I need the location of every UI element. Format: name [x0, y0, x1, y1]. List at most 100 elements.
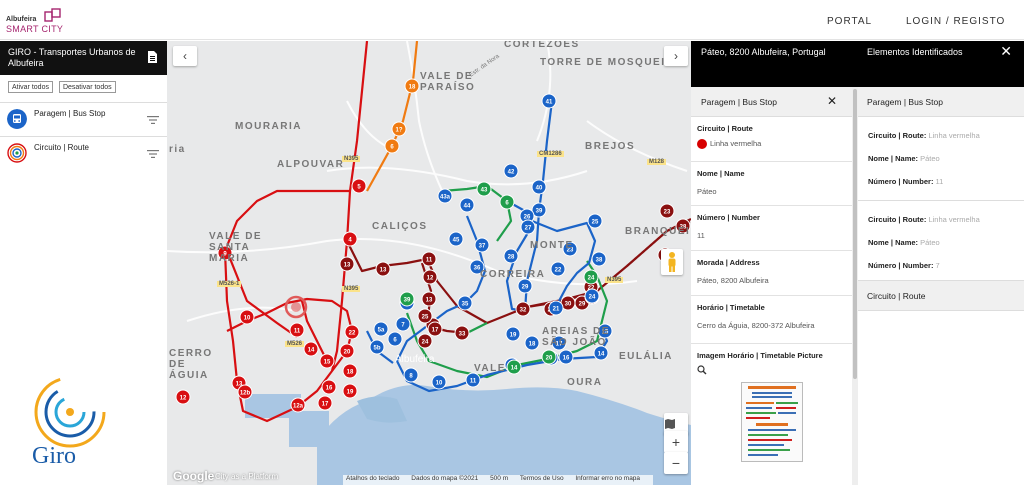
layer-item-route[interactable]: Circuito | Route — [0, 136, 167, 170]
bus-stop-marker-red[interactable]: 14 — [303, 341, 319, 357]
map-view[interactable]: 5 4 9 10 12 13 12b 12a 14 15 16 17 18 19 20 22 11 18 1? 6 13… — [167, 41, 691, 485]
bus-stop-marker-blue[interactable]: 37 — [474, 237, 490, 253]
bus-stop-marker-red[interactable]: 15 — [319, 353, 335, 369]
bus-stop-marker-blue[interactable]: 7 — [395, 316, 411, 332]
bus-stop-marker-darkred[interactable]: 33 — [454, 325, 470, 341]
bus-stop-marker-orange[interactable]: 1? — [391, 121, 407, 137]
bus-stop-marker-darkred[interactable]: 17 — [427, 321, 443, 337]
city-platform-watermark: City as a Platform — [215, 472, 279, 481]
bus-stop-marker-red[interactable]: 5 — [351, 178, 367, 194]
street-view-pegman[interactable] — [661, 249, 683, 275]
bus-stop-marker-blue[interactable]: 5b — [369, 339, 385, 355]
bus-stop-marker-darkred[interactable]: 13 — [421, 291, 437, 307]
bus-stop-marker-red[interactable]: 22 — [344, 324, 360, 340]
bus-stop-marker-darkred[interactable]: 12 — [422, 269, 438, 285]
bus-stop-marker-darkred[interactable]: 24 — [417, 333, 433, 349]
smart-city-logo-icon — [44, 8, 61, 22]
bus-stop-marker-green[interactable]: 24 — [583, 269, 599, 285]
close-icon[interactable]: ✕ — [827, 94, 837, 108]
albufeira-smart-city-logo[interactable]: Albufeira SMART CITY — [6, 6, 66, 36]
bus-stop-marker-green[interactable]: 6 — [499, 194, 515, 210]
bus-stop-marker-red[interactable]: 12 — [175, 389, 191, 405]
bus-stop-marker-blue[interactable]: 45 — [448, 231, 464, 247]
bus-stop-marker-red[interactable]: 12b — [237, 384, 253, 400]
bus-stop-marker-blue[interactable]: 43a — [437, 188, 453, 204]
terms-link[interactable]: Termos de Uso — [520, 475, 564, 482]
bus-stop-marker-blue[interactable]: 28 — [503, 248, 519, 264]
bus-stop-marker-blue[interactable]: 44 — [459, 197, 475, 213]
close-icon[interactable]: ✕ — [1000, 43, 1012, 60]
bus-stop-marker-blue[interactable]: 5a — [373, 321, 389, 337]
bus-stop-marker-blue[interactable]: 35 — [457, 295, 473, 311]
bus-stop-marker-blue[interactable]: 24 — [584, 288, 600, 304]
bus-stop-marker-blue[interactable]: 19 — [505, 326, 521, 342]
bus-stop-marker-darkred[interactable]: 23 — [659, 203, 675, 219]
summary-route-header[interactable]: Circuito | Route — [858, 281, 1024, 311]
zoom-icon[interactable] — [697, 365, 845, 378]
bus-stop-marker-orange[interactable]: 18 — [404, 78, 420, 94]
bus-stop-marker-blue[interactable]: 14 — [593, 345, 609, 361]
zoom-in-button[interactable]: + — [664, 431, 688, 453]
route-color-dot — [697, 139, 707, 150]
document-icon[interactable] — [147, 51, 157, 63]
bus-stop-number: 42 — [508, 170, 515, 176]
bus-stop-marker-blue[interactable]: 27 — [520, 219, 536, 235]
bus-stop-marker-blue[interactable]: 11 — [465, 372, 481, 388]
bus-stop-marker-green[interactable]: 14 — [506, 359, 522, 375]
summary-item[interactable]: Circuito | Route: Linha vermelha Nome | … — [858, 201, 1024, 281]
nav-login-link[interactable]: LOGIN / REGISTO — [906, 16, 1005, 27]
bus-stop-marker-green[interactable]: 43 — [476, 181, 492, 197]
keyboard-shortcuts-link[interactable]: Atalhos do teclado — [346, 475, 399, 482]
bus-stop-marker-blue[interactable]: 29 — [517, 278, 533, 294]
bus-stop-marker-red[interactable]: 4 — [342, 231, 358, 247]
bus-stop-marker-darkred[interactable]: 13 — [339, 256, 355, 272]
summary-stop-header[interactable]: Paragem | Bus Stop — [858, 87, 1024, 117]
bus-stop-marker-red[interactable]: 10 — [239, 309, 255, 325]
bus-stop-marker-green[interactable]: 39 — [399, 291, 415, 307]
nav-portal-link[interactable]: PORTAL — [827, 16, 872, 27]
zoom-out-button[interactable]: − — [664, 452, 688, 474]
timetable-thumbnail[interactable] — [741, 382, 803, 462]
bus-stop-marker-darkred[interactable]: 13 — [375, 261, 391, 277]
bus-stop-marker-darkred[interactable]: 32 — [515, 301, 531, 317]
bus-stop-number: 24 — [589, 295, 596, 301]
bus-stop-marker-blue[interactable]: 21 — [548, 300, 564, 316]
summary-number-key: Número | Number: — [868, 177, 934, 186]
map-place-label: ria — [169, 144, 186, 155]
map-collapse-left-button[interactable]: ‹ — [173, 46, 197, 66]
bus-stop-marker-blue[interactable]: 25 — [587, 213, 603, 229]
bus-stop-marker-blue[interactable]: 41 — [541, 93, 557, 109]
filter-icon[interactable] — [147, 150, 159, 158]
bus-stop-marker-blue[interactable]: 40 — [531, 179, 547, 195]
scrollbar-thumb[interactable] — [853, 89, 857, 379]
deactivate-all-button[interactable]: Desativar todos — [58, 81, 116, 93]
bus-stop-marker-blue[interactable]: 22 — [550, 261, 566, 277]
bus-stop-marker-darkred[interactable]: 25 — [417, 308, 433, 324]
bus-stop-marker-blue[interactable]: 42 — [503, 163, 519, 179]
bus-stop-marker-red[interactable]: 12a — [290, 397, 306, 413]
bus-stop-marker-red[interactable]: 19 — [342, 383, 358, 399]
bus-stop-marker-blue[interactable]: 6 — [387, 331, 403, 347]
bus-stop-marker-blue[interactable]: 16 — [558, 349, 574, 365]
bus-stop-marker-red[interactable]: 18 — [342, 363, 358, 379]
bus-stop-marker-green[interactable]: 20 — [541, 349, 557, 365]
bus-stop-number: 14 — [511, 366, 518, 372]
map-expand-right-button[interactable]: › — [664, 46, 688, 66]
report-error-link[interactable]: Informar erro no mapa — [575, 475, 640, 482]
bus-stop-marker-darkred[interactable]: 11 — [421, 251, 437, 267]
map-place-label: VALE — [474, 363, 506, 374]
summary-item[interactable]: Circuito | Route: Linha vermelha Nome | … — [858, 117, 1024, 201]
bus-stop-marker-red[interactable]: 20 — [339, 343, 355, 359]
bus-stop-marker-red[interactable]: 17 — [317, 395, 333, 411]
bus-stop-marker-blue[interactable]: 10 — [431, 374, 447, 390]
bus-stop-marker-orange[interactable]: 6 — [384, 138, 400, 154]
bus-stop-marker-blue[interactable]: 18 — [524, 335, 540, 351]
layer-item-bus-stop[interactable]: Paragem | Bus Stop — [0, 102, 167, 136]
bus-stop-marker-blue[interactable]: 38 — [591, 251, 607, 267]
bus-stop-marker-red[interactable]: 16 — [321, 379, 337, 395]
bus-stop-number: 18 — [409, 85, 416, 91]
bus-stop-marker-red[interactable]: 11 — [289, 322, 305, 338]
filter-icon[interactable] — [147, 116, 159, 124]
bus-stop-marker-blue[interactable]: 8 — [403, 367, 419, 383]
activate-all-button[interactable]: Ativar todos — [8, 81, 53, 93]
